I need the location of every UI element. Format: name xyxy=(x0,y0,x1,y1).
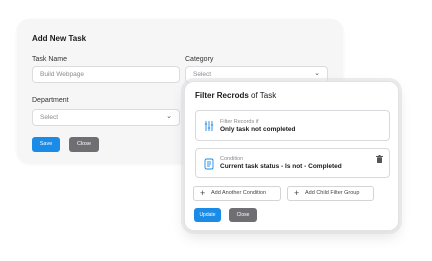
rule-value: Only task not completed xyxy=(220,126,296,133)
trash-icon[interactable] xyxy=(376,155,383,163)
filter-title-bold: Filter Recrods xyxy=(195,91,249,100)
add-condition-label: Add Another Condition xyxy=(211,190,267,196)
chevron-down-icon: ⌄ xyxy=(314,70,320,77)
filter-close-button[interactable]: Close xyxy=(229,208,257,222)
filter-title-rest: of Task xyxy=(248,91,277,100)
department-select[interactable]: Select ⌄ xyxy=(32,109,180,126)
plus-icon: + xyxy=(294,188,300,198)
task-name-input[interactable]: Build Webpage xyxy=(32,66,180,83)
filter-records-card: Filter Recrods of Task Filter Records if… xyxy=(184,81,399,231)
add-child-group-button[interactable]: + Add Child Filter Group xyxy=(287,186,374,201)
condition-value: Current task status - Is not - Completed xyxy=(220,163,342,170)
task-name-label: Task Name xyxy=(32,56,68,63)
sliders-icon xyxy=(204,121,214,131)
category-selected-value: Select xyxy=(193,71,212,78)
filter-rule-box[interactable]: Filter Records if Only task not complete… xyxy=(195,110,390,141)
update-button[interactable]: Update xyxy=(194,208,221,222)
chevron-down-icon: ⌄ xyxy=(166,113,172,120)
condition-caption: Condition xyxy=(220,156,244,162)
department-label: Department xyxy=(32,97,69,104)
add-condition-button[interactable]: + Add Another Condition xyxy=(193,186,281,201)
add-task-title: Add New Task xyxy=(32,34,87,43)
condition-box[interactable]: Condition Current task status - Is not -… xyxy=(195,148,390,178)
task-name-placeholder: Build Webpage xyxy=(40,71,84,78)
plus-icon: + xyxy=(200,188,206,198)
list-doc-icon xyxy=(204,158,214,170)
category-label: Category xyxy=(185,56,214,63)
rule-caption: Filter Records if xyxy=(220,119,259,125)
filter-title: Filter Recrods of Task xyxy=(195,91,276,100)
add-group-label: Add Child Filter Group xyxy=(305,190,360,196)
close-button[interactable]: Close xyxy=(69,137,99,152)
department-selected-value: Select xyxy=(40,114,59,121)
save-button[interactable]: Save xyxy=(32,137,60,152)
